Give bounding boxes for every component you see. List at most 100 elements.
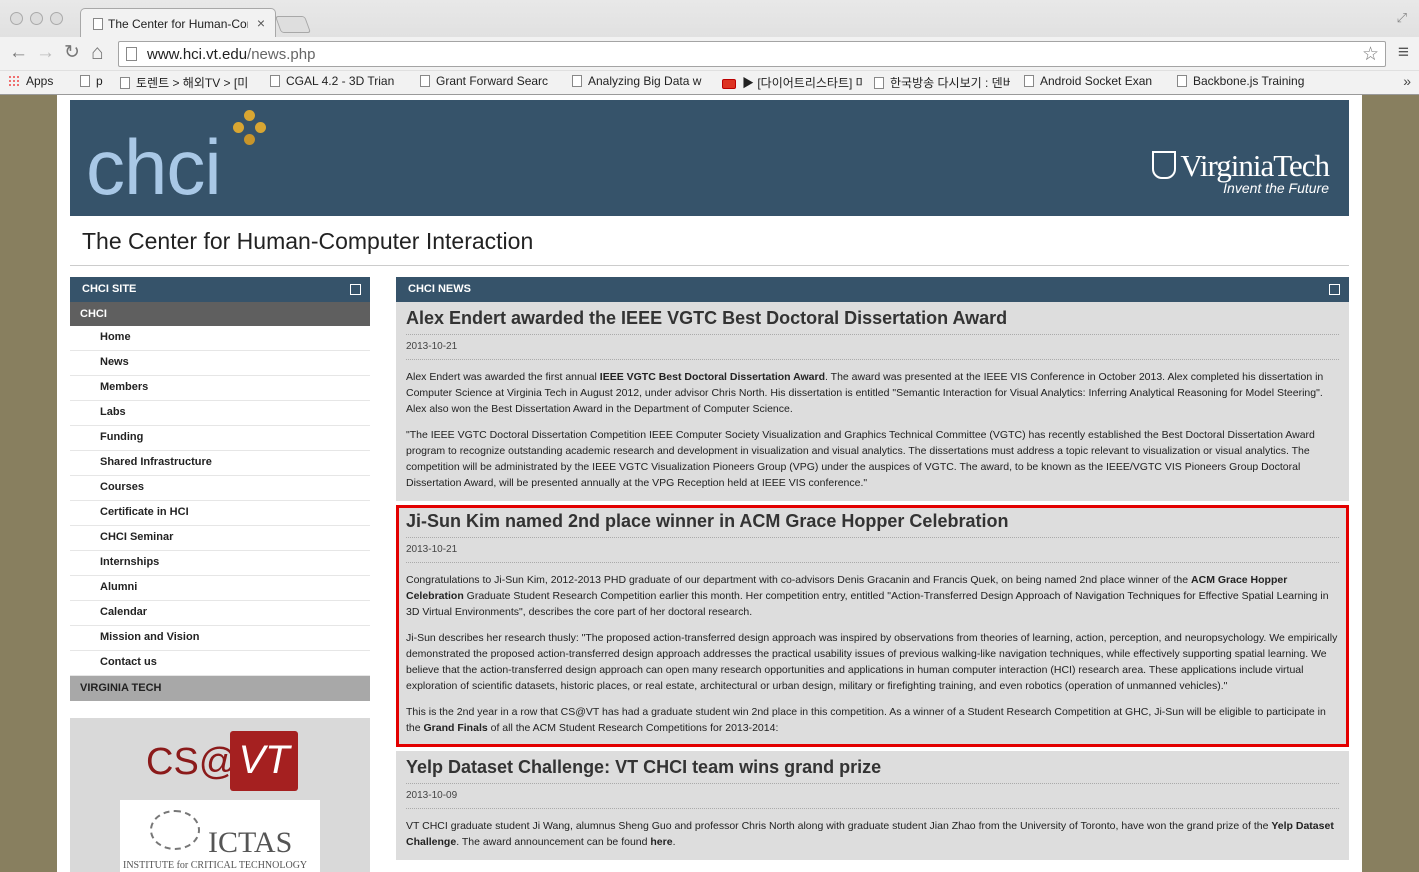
logo-dot <box>233 122 244 133</box>
article-title[interactable]: Alex Endert awarded the IEEE VGTC Best D… <box>406 308 1339 335</box>
article-title[interactable]: Yelp Dataset Challenge: VT CHCI team win… <box>406 757 1339 784</box>
address-bar[interactable]: www.hci.vt.edu/news.php ☆ <box>118 41 1386 67</box>
text-run: . <box>672 836 676 848</box>
logo-dot <box>244 134 255 145</box>
page-icon <box>874 77 884 89</box>
menu-icon[interactable]: ≡ <box>1398 42 1409 64</box>
bookmark-item[interactable]: p <box>80 74 110 88</box>
zoom-window-button[interactable] <box>50 12 63 25</box>
logo-dot <box>255 122 266 133</box>
article-paragraph: "The IEEE VGTC Doctoral Dissertation Com… <box>406 429 1315 489</box>
bookmark-label: Grant Forward Searc <box>436 74 549 88</box>
bookmark-label: Android Socket Exan <box>1040 74 1153 88</box>
article-date: 2013-10-21 <box>406 538 1339 563</box>
bookmark-item[interactable]: Grant Forward Searc <box>420 74 558 88</box>
browser-tab[interactable]: The Center for Human-Computer Interactio… <box>80 8 276 37</box>
bookmark-item[interactable]: 토렌트 > 해외TV > [미 <box>120 74 258 91</box>
virginia-tech-logo[interactable]: VirginiaTech Invent the Future <box>1152 148 1330 196</box>
article-paragraph: Congratulations to Ji-Sun Kim, 2012-2013… <box>406 572 1339 620</box>
sidebar-item-chci-seminar[interactable]: CHCI Seminar <box>70 526 370 551</box>
browser-toolbar: ← → ↻ ⌂ www.hci.vt.edu/news.php ☆ ≡ <box>0 37 1419 70</box>
article-paragraph: Alex Endert was awarded the first annual… <box>406 369 1339 417</box>
news-article-highlighted: Ji-Sun Kim named 2nd place winner in ACM… <box>396 505 1349 747</box>
forward-icon[interactable]: → <box>36 42 55 64</box>
vt-shield-icon <box>1152 151 1177 179</box>
article-date: 2013-10-21 <box>406 335 1339 360</box>
sidebar-section-chci[interactable]: CHCI <box>70 302 370 326</box>
close-window-button[interactable] <box>10 12 23 25</box>
bookmark-item[interactable]: Backbone.js Training <box>1177 74 1317 88</box>
page-icon <box>80 75 90 87</box>
here-link[interactable]: here <box>650 836 672 848</box>
bookmark-item[interactable]: Android Socket Exan <box>1024 74 1164 88</box>
ictas-logo[interactable]: ICTAS INSTITUTE for CRITICAL TECHNOLOGY <box>120 800 320 872</box>
article-paragraph: This is the 2nd year in a row that CS@VT… <box>406 704 1339 736</box>
text-run: of all the ACM Student Research Competit… <box>487 722 779 734</box>
page-icon <box>93 18 103 30</box>
news-article: Yelp Dataset Challenge: VT CHCI team win… <box>396 751 1349 860</box>
article-paragraph: VT CHCI graduate student Ji Wang, alumnu… <box>406 818 1339 850</box>
sidebar-item-news[interactable]: News <box>70 351 370 376</box>
sidebar-item-home[interactable]: Home <box>70 326 370 351</box>
sidebar-item-contact-us[interactable]: Contact us <box>70 651 370 676</box>
gear-icon <box>1024 75 1034 87</box>
url-text[interactable]: www.hci.vt.edu/news.php <box>147 46 315 63</box>
ictas-name: ICTAS <box>208 826 293 859</box>
sidebar-item-alumni[interactable]: Alumni <box>70 576 370 601</box>
bookmark-item[interactable]: Analyzing Big Data w <box>572 74 708 88</box>
site-title: The Center for Human-Computer Interactio… <box>82 228 534 254</box>
minimize-window-button[interactable] <box>30 12 43 25</box>
bookmark-label: 한국방송 다시보기 : 덴버 <box>890 76 1010 90</box>
bookmark-label: Backbone.js Training <box>1193 74 1305 88</box>
partner-logos: CS@ VT ICTAS INSTITUTE for CRITICAL TECH… <box>70 718 370 872</box>
collapse-icon[interactable] <box>1329 284 1340 295</box>
sidebar-item-funding[interactable]: Funding <box>70 426 370 451</box>
home-icon[interactable]: ⌂ <box>91 42 104 64</box>
back-icon[interactable]: ← <box>9 42 28 64</box>
ictas-subtitle: INSTITUTE for CRITICAL TECHNOLOGY <box>123 860 308 871</box>
reload-icon[interactable]: ↻ <box>64 42 80 64</box>
news-heading-label: CHCI NEWS <box>408 283 471 295</box>
sidebar-item-calendar[interactable]: Calendar <box>70 601 370 626</box>
new-tab-button[interactable] <box>274 16 312 33</box>
news-heading: CHCI NEWS <box>396 277 1349 302</box>
bookmark-label: p <box>96 74 103 88</box>
chci-logo[interactable]: chci <box>86 127 222 207</box>
sidebar-item-labs[interactable]: Labs <box>70 401 370 426</box>
sidebar-heading-label: CHCI SITE <box>82 283 137 295</box>
page-icon <box>572 75 582 87</box>
apps-icon <box>8 75 20 87</box>
text-bold: IEEE VGTC Best Doctoral Dissertation Awa… <box>599 371 826 383</box>
sidebar-section-virginia-tech[interactable]: VIRGINIA TECH <box>70 676 370 701</box>
sidebar-item-shared-infrastructure[interactable]: Shared Infrastructure <box>70 451 370 476</box>
vt-tagline: Invent the Future <box>1223 180 1329 196</box>
text-run: VT CHCI graduate student Ji Wang, alumnu… <box>406 820 1272 832</box>
article-title[interactable]: Ji-Sun Kim named 2nd place winner in ACM… <box>406 511 1339 538</box>
cs-vt-logo-vt: VT <box>230 731 298 791</box>
sidebar-item-members[interactable]: Members <box>70 376 370 401</box>
site-banner: chci VirginiaTech Invent the Future <box>70 100 1349 216</box>
fullscreen-icon[interactable]: ⤢ <box>1397 10 1407 26</box>
bookmark-label: Analyzing Big Data w <box>588 74 702 88</box>
divider <box>70 265 1349 266</box>
collapse-icon[interactable] <box>350 284 361 295</box>
bookmark-item[interactable]: CGAL 4.2 - 3D Trian <box>270 74 406 88</box>
bookmark-label: 토렌트 > 해외TV > [미 <box>136 76 249 90</box>
sidebar-item-courses[interactable]: Courses <box>70 476 370 501</box>
sidebar-item-mission-and-vision[interactable]: Mission and Vision <box>70 626 370 651</box>
bookmark-item[interactable]: 한국방송 다시보기 : 덴버 <box>874 74 1010 91</box>
bookmark-label: Apps <box>26 74 54 88</box>
sidebar-item-internships[interactable]: Internships <box>70 551 370 576</box>
vt-name: VirginiaTech <box>1180 148 1330 183</box>
bookmark-item[interactable]: Apps <box>8 74 68 88</box>
text-run: Graduate Student Research Competition ea… <box>406 590 1329 618</box>
tab-title: The Center for Human-Computer Interactio… <box>108 17 248 31</box>
bookmark-star-icon[interactable]: ☆ <box>1362 43 1379 66</box>
sidebar-item-certificate-in-hci[interactable]: Certificate in HCI <box>70 501 370 526</box>
close-tab-icon[interactable]: × <box>257 15 265 31</box>
bookmarks-overflow-icon[interactable]: » <box>1403 73 1411 89</box>
page-icon <box>120 77 130 89</box>
bookmark-item[interactable]: ▶ [다이어트리스타트] 마 <box>722 74 862 91</box>
news-article: Alex Endert awarded the IEEE VGTC Best D… <box>396 302 1349 501</box>
page-container: chci VirginiaTech Invent the Future The … <box>57 95 1362 872</box>
